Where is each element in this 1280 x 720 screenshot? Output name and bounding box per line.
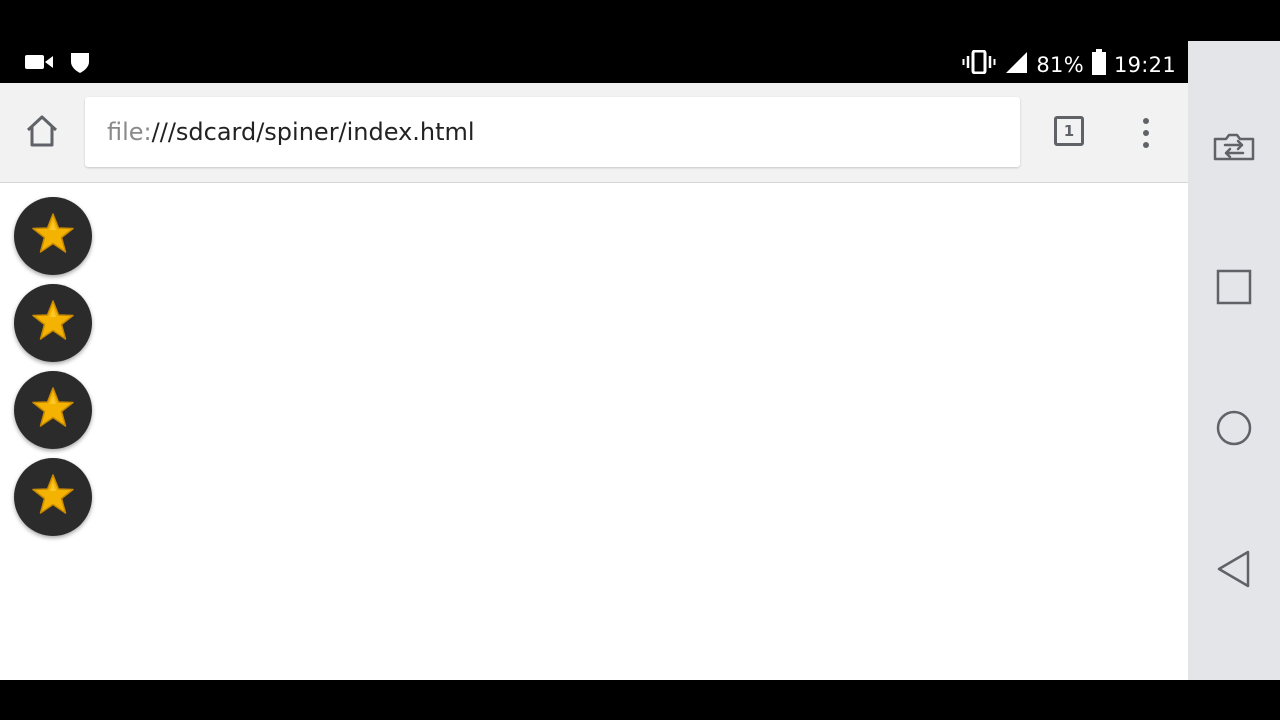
star-button-4[interactable] [14,458,92,536]
video-camera-icon [24,51,54,77]
url-bar[interactable]: file:///sdcard/spiner/index.html [85,97,1020,167]
star-button-2[interactable] [14,284,92,362]
star-icon [30,211,76,261]
home-button[interactable] [22,113,62,153]
status-bar-left [24,50,92,78]
battery-icon [1091,49,1106,80]
star-icon [30,472,76,522]
switch-app-icon [1212,130,1256,166]
web-page-content [0,183,1188,680]
browser-toolbar: file:///sdcard/spiner/index.html 1 [0,83,1188,183]
battery-percent: 81% [1036,52,1084,77]
star-icon [30,298,76,348]
signal-icon [1004,50,1028,79]
home-icon [24,113,60,153]
tab-count: 1 [1063,122,1075,140]
url-scheme: file: [107,118,152,146]
switch-app-button[interactable] [1188,118,1280,178]
device-screen: 81% 19:21 file:///sdcard/spiner/index.ht… [0,0,1280,720]
shield-icon [68,50,92,78]
recents-button[interactable] [1188,259,1280,319]
more-vert-icon[interactable] [1136,113,1156,153]
star-button-3[interactable] [14,371,92,449]
android-nav-bar [1188,41,1280,680]
recents-icon [1216,269,1252,309]
tab-switcher-button[interactable]: 1 [1054,116,1084,146]
back-button[interactable] [1188,541,1280,601]
back-icon [1216,550,1252,592]
clock-time: 19:21 [1113,52,1176,77]
star-button-1[interactable] [14,197,92,275]
url-path: ///sdcard/spiner/index.html [151,118,475,146]
home-nav-button[interactable] [1188,400,1280,460]
status-bar-right: 81% 19:21 [962,49,1176,80]
vibrate-icon [962,49,996,79]
home-circle-icon [1215,409,1253,451]
status-bar: 81% 19:21 [0,41,1188,83]
star-icon [30,385,76,435]
